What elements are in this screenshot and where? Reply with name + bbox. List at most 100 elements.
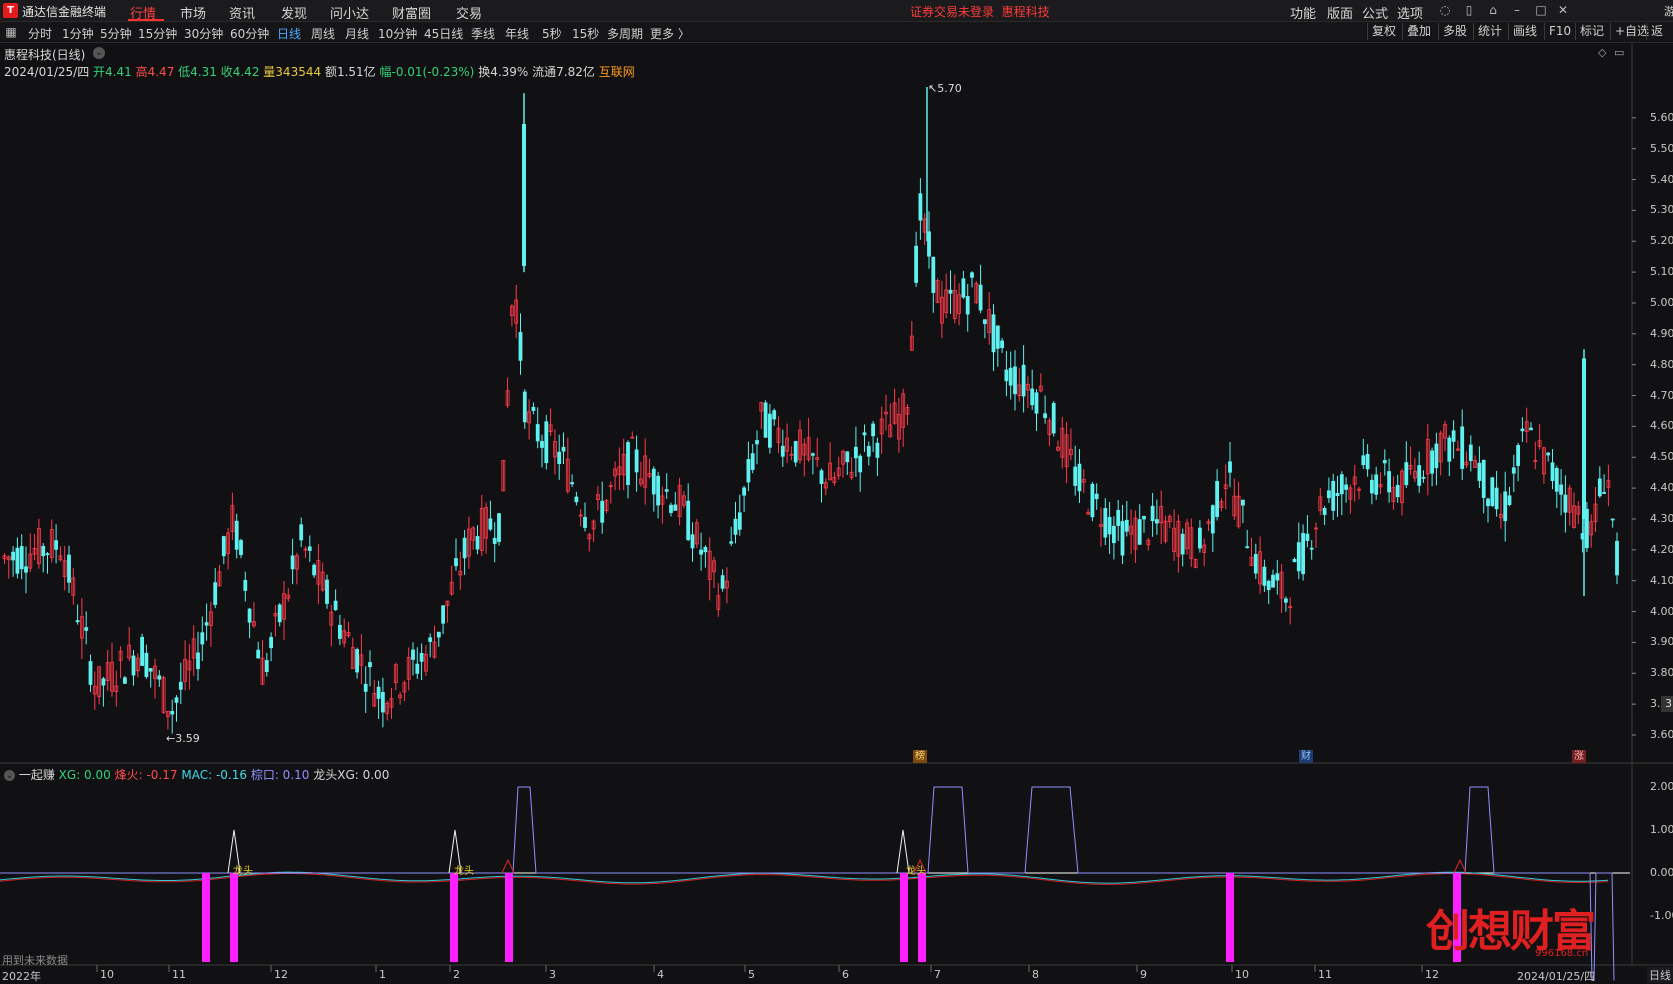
price-tick: 5.20 <box>1650 234 1673 248</box>
indicator-collapse-icon[interactable]: ⌄ <box>4 770 15 781</box>
tool-f10[interactable]: F10 <box>1544 23 1571 40</box>
grid-icon[interactable]: ▦ <box>4 25 18 39</box>
candle-body <box>965 296 970 315</box>
menu-wealth[interactable]: 财富圈 <box>392 3 431 22</box>
quote-change: 幅-0.01(-0.23%) <box>379 65 475 79</box>
candle-body <box>1395 484 1400 498</box>
candle-body <box>617 466 622 475</box>
menu-layout[interactable]: 版面 <box>1327 3 1353 22</box>
candle-body <box>1327 490 1331 499</box>
menu-function[interactable]: 功能 <box>1290 3 1316 22</box>
shirt-icon[interactable]: ⌂ <box>1486 3 1500 17</box>
period-yearly[interactable]: 年线 <box>505 25 529 42</box>
menu-news[interactable]: 资讯 <box>229 3 255 22</box>
tool-add-watchlist[interactable]: +自选 <box>1610 23 1649 40</box>
price-tick: 4.20 <box>1650 542 1673 556</box>
candle-body <box>234 520 239 550</box>
candle-body <box>1103 508 1108 538</box>
candle-body <box>1456 448 1460 451</box>
menu-discover[interactable]: 发现 <box>281 3 307 22</box>
candle-body <box>355 649 360 673</box>
menu-cut[interactable]: 游 <box>1664 3 1673 19</box>
login-notice[interactable]: 证券交易未登录 惠程科技 <box>910 3 1050 20</box>
period-30min[interactable]: 30分钟 <box>184 25 223 42</box>
period-weekly[interactable]: 周线 <box>311 25 335 42</box>
menu-formula[interactable]: 公式 <box>1362 3 1388 22</box>
price-tick: 4.50 <box>1650 450 1673 464</box>
close-icon[interactable]: ✕ <box>1556 3 1570 17</box>
marker-limit-up[interactable]: 涨 <box>1572 750 1586 763</box>
candle-body <box>750 453 755 470</box>
chevron-down-icon[interactable]: ⌄ <box>93 47 105 59</box>
period-monthly[interactable]: 月线 <box>345 25 369 42</box>
candle-body <box>243 579 248 591</box>
candle-body <box>789 453 794 456</box>
menu-trade[interactable]: 交易 <box>456 3 482 22</box>
candle-body <box>144 652 149 677</box>
candle-body <box>811 453 815 456</box>
phone-icon[interactable]: ▯ <box>1462 3 1476 17</box>
period-5sec[interactable]: 5秒 <box>542 25 562 42</box>
quote-concept[interactable]: 互联网 <box>599 65 635 79</box>
marker-finance[interactable]: 财 <box>1299 750 1313 763</box>
period-daily[interactable]: 日线 <box>277 25 301 42</box>
candle-body <box>84 627 89 631</box>
period-multi[interactable]: 多周期 <box>607 25 643 42</box>
candle-body <box>1090 483 1095 518</box>
period-60min[interactable]: 60分钟 <box>230 25 269 42</box>
candle-body <box>1137 519 1142 545</box>
candle-body <box>1150 505 1155 522</box>
chat-icon[interactable]: ◌ <box>1438 3 1452 17</box>
candle-body <box>1219 500 1224 508</box>
tool-adjust[interactable]: 复权 <box>1367 23 1396 40</box>
candle-body <box>32 548 37 555</box>
period-timeshare[interactable]: 分时 <box>28 25 52 42</box>
candle-body <box>393 664 398 684</box>
candle-body <box>1443 424 1447 439</box>
period-more[interactable]: 更多 〉 <box>650 25 690 42</box>
period-10min[interactable]: 10分钟 <box>378 25 417 42</box>
candle-body <box>1318 496 1323 511</box>
candle-body <box>1189 527 1194 559</box>
candle-body <box>1585 508 1589 549</box>
menu-market[interactable]: 市场 <box>180 3 206 22</box>
period-quarterly[interactable]: 季线 <box>471 25 495 42</box>
candle-body <box>1610 518 1615 521</box>
candle-body <box>213 582 218 605</box>
candle-body <box>462 537 467 559</box>
diamond-icon[interactable]: ◇ <box>1598 46 1606 59</box>
candle-body <box>372 693 377 707</box>
candle-body <box>798 429 802 461</box>
candle-body <box>359 654 364 666</box>
tool-overlay[interactable]: 叠加 <box>1402 23 1431 40</box>
candle-body <box>518 332 523 361</box>
tool-mark[interactable]: 标记 <box>1575 23 1604 40</box>
menu-ask[interactable]: 问小达 <box>330 3 369 22</box>
candle-body <box>1198 527 1202 549</box>
signal-bar <box>450 873 458 962</box>
minimize-icon[interactable]: – <box>1510 3 1524 17</box>
candle-body <box>329 611 334 626</box>
tool-multistock[interactable]: 多股 <box>1438 23 1467 40</box>
candle-body <box>1507 495 1512 505</box>
kline-chart[interactable] <box>0 0 1673 984</box>
candle-body <box>1430 450 1434 474</box>
candle-body <box>1473 460 1477 468</box>
period-15min[interactable]: 15分钟 <box>138 25 177 42</box>
candle-body <box>527 411 531 424</box>
candle-body <box>28 553 33 569</box>
maximize-icon[interactable]: □ <box>1534 3 1548 17</box>
period-1min[interactable]: 1分钟 <box>62 25 94 42</box>
marker-rank[interactable]: 榜 <box>913 750 927 763</box>
candle-body <box>131 655 136 676</box>
tool-draw[interactable]: 画线 <box>1508 23 1537 40</box>
candle-body <box>1064 434 1069 467</box>
layout-icon[interactable]: ▭ <box>1614 46 1624 59</box>
period-5min[interactable]: 5分钟 <box>100 25 132 42</box>
tool-back[interactable]: 返回 <box>1646 23 1673 40</box>
tool-statistics[interactable]: 统计 <box>1473 23 1502 40</box>
menu-options[interactable]: 选项 <box>1397 3 1423 22</box>
indicator-name[interactable]: 一起赚 <box>19 768 55 782</box>
period-15sec[interactable]: 15秒 <box>572 25 599 42</box>
period-45day[interactable]: 45日线 <box>424 25 463 42</box>
